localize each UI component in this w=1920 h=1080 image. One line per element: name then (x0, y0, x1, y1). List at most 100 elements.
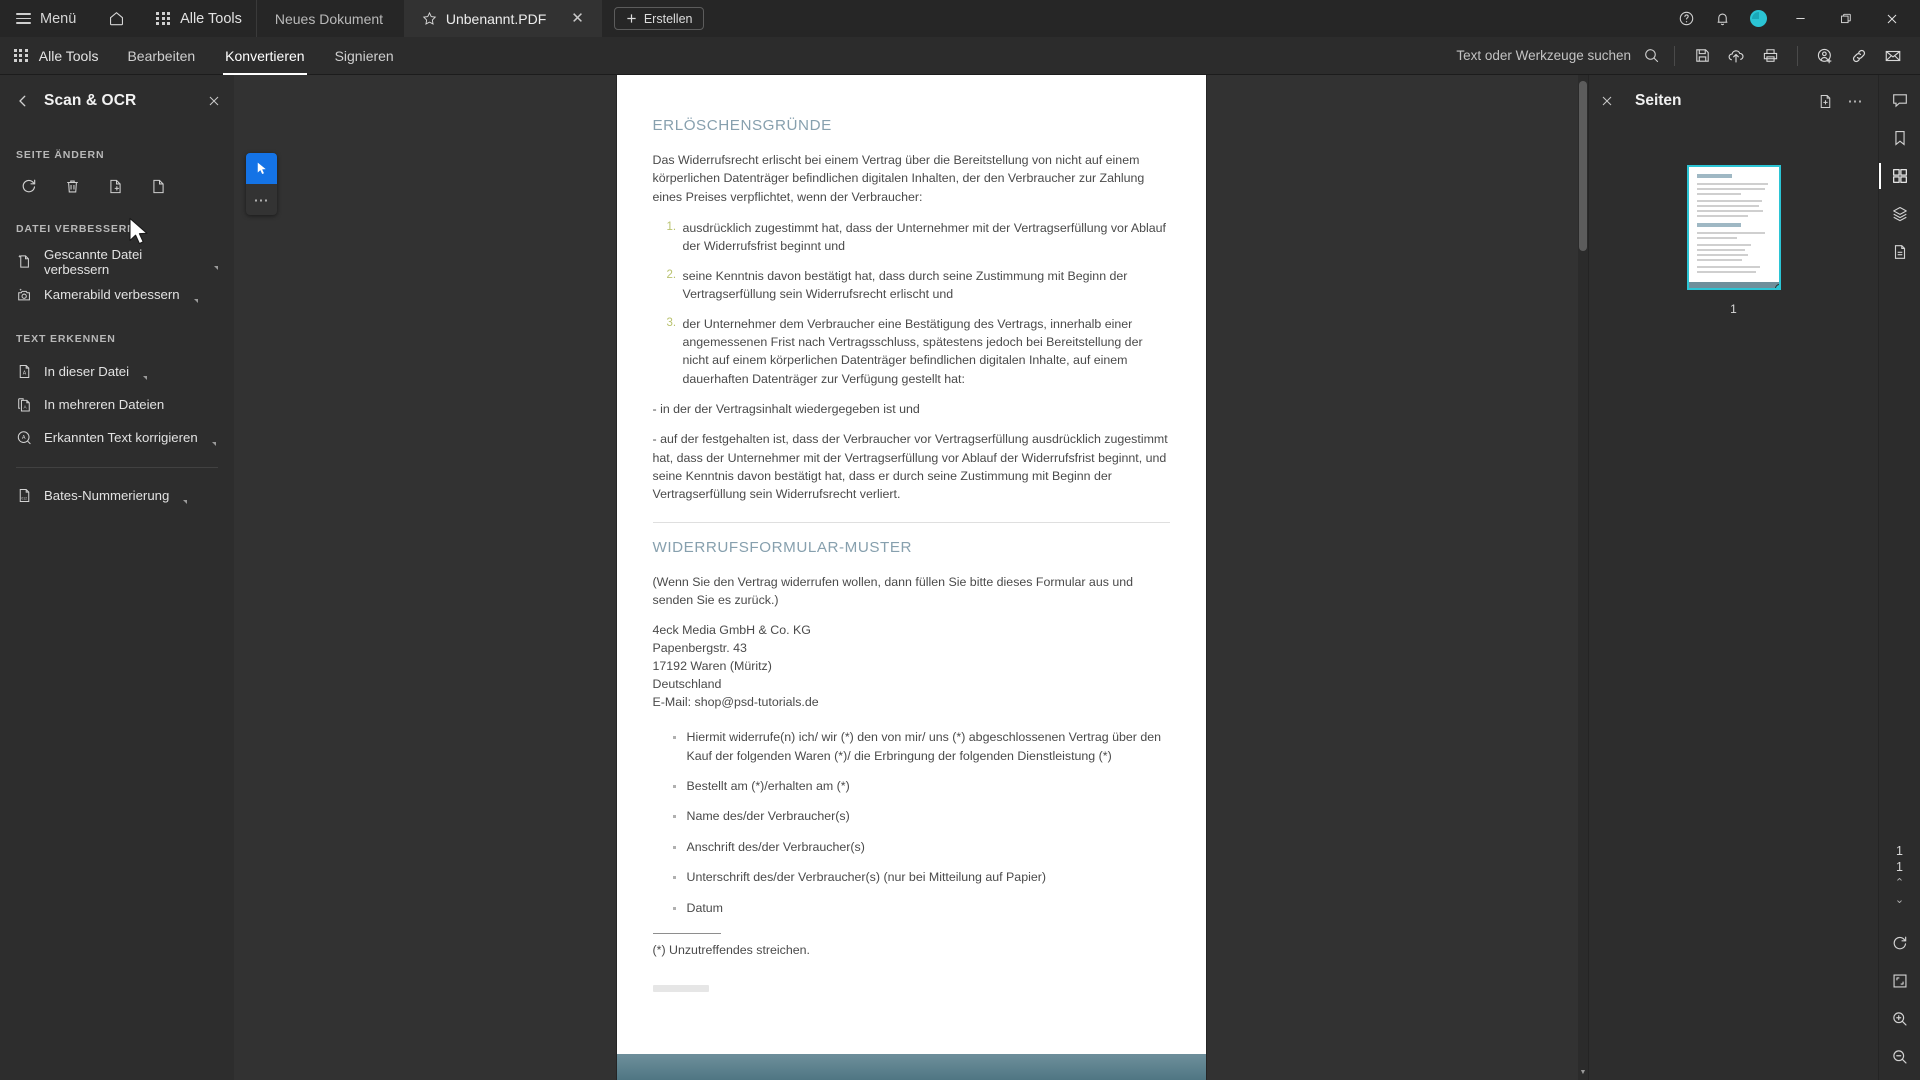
help-circle-icon[interactable] (1669, 0, 1703, 37)
section-heading-datei-verbessern: DATEI VERBESSERN (16, 223, 136, 235)
item-label: Gescannte Datei verbessern (44, 246, 143, 277)
tab-unbenannt-pdf[interactable]: Unbenannt.PDF ✕ (403, 0, 602, 37)
divider (1674, 45, 1675, 66)
zoom-out-icon[interactable] (1885, 1042, 1915, 1072)
avatar[interactable] (1750, 10, 1767, 27)
comment-icon[interactable] (1885, 85, 1915, 115)
page-thumbnails-icon[interactable] (1885, 161, 1915, 191)
panel-header: Scan & OCR (0, 75, 234, 127)
next-page-button[interactable]: ⌄ (1895, 893, 1904, 906)
all-tools-button-titlebar[interactable]: Alle Tools (146, 0, 256, 37)
thumb-line (1696, 188, 1766, 190)
bell-icon[interactable] (1705, 0, 1739, 37)
item-in-dieser-datei[interactable]: A In dieser Datei (0, 355, 234, 388)
page-thumbnail-1[interactable] (1686, 165, 1781, 290)
doc-bullet-list: Hiermit widerrufe(n) ich/ wir (*) den vo… (653, 728, 1170, 917)
select-tool-button[interactable] (246, 153, 277, 184)
scroll-down-arrow[interactable]: ▼ (1578, 1066, 1588, 1078)
search-placeholder: Text oder Werkzeuge suchen (1456, 48, 1631, 63)
previous-page-button[interactable]: ⌃ (1895, 876, 1904, 889)
delete-page-icon[interactable] (59, 173, 85, 199)
zoom-in-icon[interactable] (1885, 1004, 1915, 1034)
title-bar-left: Menü Alle Tools (0, 0, 256, 37)
list-item: Name des/der Verbraucher(s) (653, 807, 1170, 825)
address-line: 17192 Waren (Müritz) (652, 659, 772, 674)
tab-neues-dokument[interactable]: Neues Dokument (255, 0, 404, 37)
restore-window-button[interactable] (1824, 0, 1868, 37)
chevron-down-icon[interactable] (211, 442, 216, 446)
close-icon[interactable] (208, 95, 220, 107)
ocr-multi-file-icon: A (16, 396, 33, 413)
star-icon[interactable] (422, 11, 437, 26)
print-icon[interactable] (1753, 37, 1787, 75)
item-kamerabild-verbessern[interactable]: Kamerabild verbessern (0, 278, 234, 311)
home-icon[interactable] (99, 0, 133, 37)
viewer-scrollbar[interactable]: ▲ ▼ (1578, 75, 1588, 1080)
thumbnail-resize-handle[interactable] (1774, 284, 1779, 288)
divider (652, 521, 1170, 523)
doc-paragraph-1: Das Widerrufsrecht erlischt bei einem Ve… (652, 153, 1145, 204)
chevron-down-icon[interactable] (183, 500, 188, 504)
insert-page-icon[interactable] (1812, 88, 1838, 114)
tab-close-icon[interactable]: ✕ (555, 11, 584, 26)
divider (652, 932, 721, 934)
extract-page-icon[interactable] (102, 173, 128, 199)
create-label: Erstellen (643, 11, 693, 26)
save-icon[interactable] (1685, 37, 1719, 75)
menu-button[interactable]: Menü (14, 0, 86, 37)
item-bates-nummerierung[interactable]: 012 Bates-Nummerierung (0, 479, 234, 512)
scrollbar-thumb[interactable] (1579, 81, 1587, 251)
address-line: Deutschland (652, 677, 722, 692)
svg-text:A: A (23, 404, 27, 409)
more-options-icon[interactable]: ⋯ (1842, 88, 1868, 114)
page-actions-row (0, 171, 234, 201)
list-item: der Unternehmer dem Verbraucher eine Bes… (667, 315, 1143, 386)
replace-page-icon[interactable] (145, 173, 171, 199)
more-options-button[interactable]: ⋯ (246, 184, 277, 215)
title-bar: Menü Alle Tools Neues Dokument Unbenannt… (0, 0, 1920, 37)
all-tools-button[interactable]: Alle Tools (0, 37, 112, 75)
search-input[interactable]: Text oder Werkzeuge suchen (1456, 47, 1664, 64)
close-window-button[interactable] (1870, 0, 1914, 37)
thumb-line (1696, 266, 1761, 268)
fit-page-icon[interactable] (1885, 966, 1915, 996)
minimize-button[interactable] (1778, 0, 1822, 37)
chevron-down-icon[interactable] (193, 299, 198, 303)
item-erkannten-text-korrigieren[interactable]: A Erkannten Text korrigieren (0, 421, 234, 454)
chevron-down-icon[interactable] (143, 376, 148, 380)
search-icon[interactable] (1643, 47, 1660, 64)
rotate-page-icon[interactable] (16, 173, 42, 199)
close-icon[interactable] (1601, 95, 1623, 107)
more-options-glyph: ⋯ (253, 191, 270, 209)
rotate-view-icon[interactable] (1885, 928, 1915, 958)
bookmark-icon[interactable] (1885, 123, 1915, 153)
tab-signieren[interactable]: Signieren (320, 37, 409, 75)
link-icon[interactable] (1842, 37, 1876, 75)
item-label: Bates-Nummerierung (44, 488, 170, 503)
current-page-number[interactable]: 1 (1896, 844, 1903, 858)
address-line: E-Mail: shop@psd-tutorials.de (652, 695, 819, 710)
tab-label: Neues Dokument (274, 10, 384, 27)
thumb-line (1696, 193, 1741, 195)
item-in-mehreren-dateien[interactable]: A In mehreren Dateien (0, 388, 234, 421)
workspace: Scan & OCR SEITE ÄNDERN DATEI VERBESSERN… (0, 75, 1920, 1080)
tab-konvertieren[interactable]: Konvertieren (210, 37, 319, 75)
chevron-left-icon[interactable] (16, 94, 30, 108)
mail-icon[interactable] (1876, 37, 1910, 75)
pdf-page[interactable]: ERLÖSCHENSGRÜNDE Das Widerrufsrecht erli… (616, 75, 1206, 1080)
pages-panel-title: Seiten (1635, 92, 1682, 109)
more-options-glyph: ⋯ (1847, 93, 1863, 110)
ocr-file-icon: A (16, 363, 33, 380)
attachments-icon[interactable] (1885, 237, 1915, 267)
doc-dash-line-2: - auf der festgehalten ist, dass der Ver… (652, 432, 1168, 502)
tab-bearbeiten[interactable]: Bearbeiten (112, 37, 210, 75)
hamburger-icon (16, 13, 31, 24)
item-gescannte-datei-verbessern[interactable]: Gescannte Datei verbessern (0, 245, 234, 278)
chevron-down-icon[interactable] (214, 266, 218, 270)
add-user-icon[interactable] (1808, 37, 1842, 75)
create-button[interactable]: Erstellen (613, 7, 705, 30)
layers-icon[interactable] (1885, 199, 1915, 229)
upload-cloud-icon[interactable] (1719, 37, 1753, 75)
thumb-line (1696, 200, 1762, 202)
thumb-line (1696, 254, 1749, 256)
